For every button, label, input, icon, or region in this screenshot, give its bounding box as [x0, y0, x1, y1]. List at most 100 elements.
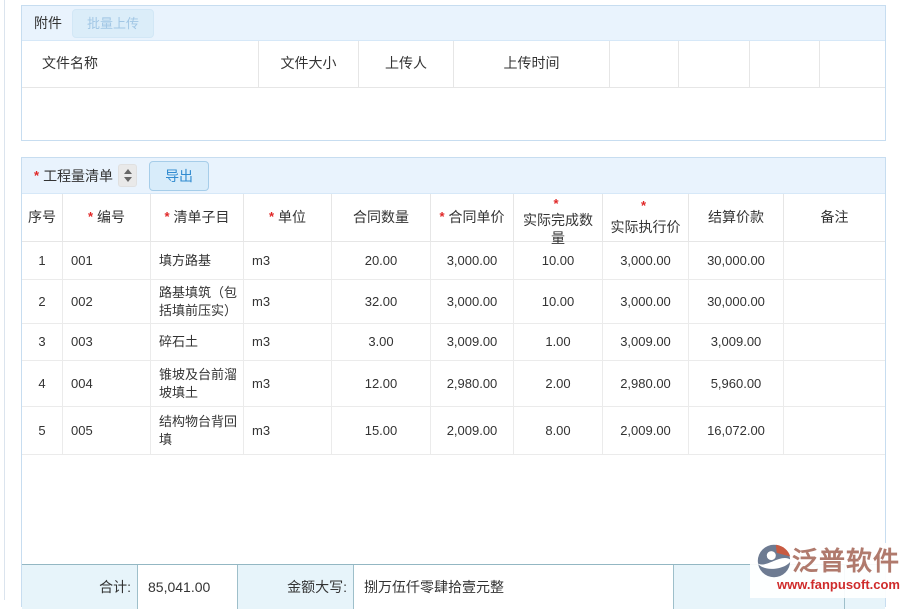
boq-table-cell: 12.00 — [332, 361, 431, 407]
boq-table-cell: m3 — [244, 324, 332, 361]
boq-table-cell: 3,009.00 — [431, 324, 514, 361]
boq-table-cell: 003 — [63, 324, 151, 361]
boq-table-cell — [784, 280, 885, 324]
boq-table-cell: 3 — [22, 324, 63, 361]
boq-panel: * 工程量清单 导出 序号*编号*清单子目*单位合同数量*合同单价*实际完成数量… — [21, 157, 886, 607]
boq-column-label: 序号 — [28, 209, 56, 227]
boq-table-cell: 004 — [63, 361, 151, 407]
boq-table-cell: 2,009.00 — [431, 407, 514, 455]
boq-table-cell: 30,000.00 — [689, 280, 784, 324]
boq-column-header: *编号 — [63, 194, 151, 241]
boq-table-cell — [784, 361, 885, 407]
boq-column-label: 结算价款 — [708, 209, 764, 227]
boq-table-cell: 15.00 — [332, 407, 431, 455]
attachment-column-header — [820, 41, 885, 87]
boq-table-cell: 3,009.00 — [689, 324, 784, 361]
boq-table-row[interactable]: 5005结构物台背回填m315.002,009.008.002,009.0016… — [22, 407, 885, 455]
attachment-column-header — [679, 41, 750, 87]
boq-table-row[interactable]: 1001填方路基m320.003,000.0010.003,000.0030,0… — [22, 242, 885, 280]
boq-table-cell: 5,960.00 — [689, 361, 784, 407]
boq-panel-title: 工程量清单 — [43, 166, 113, 186]
boq-column-header: *单位 — [244, 194, 332, 241]
attachment-panel-title: 附件 — [34, 13, 62, 33]
boq-table-cell: 32.00 — [332, 280, 431, 324]
amount-in-words-field[interactable]: 捌万伍仟零肆拾壹元整 — [354, 565, 674, 609]
required-asterisk: * — [88, 209, 93, 225]
boq-column-label: 实际执行价 — [611, 219, 681, 237]
boq-column-label: 备注 — [821, 209, 849, 227]
boq-column-header: * 实际执行价 — [603, 194, 689, 241]
boq-table-cell: 16,072.00 — [689, 407, 784, 455]
attachment-column-header: 上传人 — [359, 41, 454, 87]
boq-table-cell: 2 — [22, 280, 63, 324]
attachment-column-header: 上传时间 — [454, 41, 610, 87]
attachment-column-header — [610, 41, 679, 87]
boq-column-label: 单位 — [278, 209, 306, 227]
sort-spinner-control[interactable] — [118, 164, 137, 187]
attachment-panel: 附件 批量上传 文件名称文件大小上传人上传时间 — [21, 5, 886, 141]
boq-table-cell: 2,980.00 — [431, 361, 514, 407]
boq-table-cell — [784, 407, 885, 455]
boq-table-cell: m3 — [244, 280, 332, 324]
boq-table-cell: m3 — [244, 361, 332, 407]
sort-down-icon[interactable] — [124, 177, 132, 182]
boq-table-cell: 10.00 — [514, 280, 603, 324]
boq-table-cell: 3,000.00 — [603, 242, 689, 280]
boq-table-cell: 3,009.00 — [603, 324, 689, 361]
boq-table-body: 1001填方路基m320.003,000.0010.003,000.0030,0… — [22, 242, 885, 455]
boq-table-cell: 005 — [63, 407, 151, 455]
boq-table-cell: 5 — [22, 407, 63, 455]
boq-table-cell: 3.00 — [332, 324, 431, 361]
boq-column-header: 结算价款 — [689, 194, 784, 241]
boq-table-cell: 2,009.00 — [603, 407, 689, 455]
vendor-watermark: 泛普软件 www.fanpusoft.com — [750, 543, 900, 598]
boq-table-cell: 3,000.00 — [431, 242, 514, 280]
total-value-field[interactable]: 85,041.00 — [138, 565, 238, 609]
boq-table-cell: 碎石土 — [151, 324, 244, 361]
batch-upload-button[interactable]: 批量上传 — [72, 9, 154, 38]
attachment-column-header: 文件大小 — [259, 41, 359, 87]
boq-table-cell — [784, 324, 885, 361]
boq-table-row[interactable]: 3003碎石土m33.003,009.001.003,009.003,009.0… — [22, 324, 885, 361]
boq-table-row[interactable]: 2002路基填筑（包括填前压实）m332.003,000.0010.003,00… — [22, 280, 885, 324]
required-asterisk: * — [553, 196, 558, 212]
page-left-edge — [4, 0, 5, 600]
boq-panel-header: * 工程量清单 导出 — [22, 158, 885, 194]
vendor-brand-text: 泛普软件 — [792, 547, 900, 576]
boq-table-cell: 路基填筑（包括填前压实） — [151, 280, 244, 324]
boq-table-row[interactable]: 4004锥坡及台前溜坡填土m312.002,980.002.002,980.00… — [22, 361, 885, 407]
boq-column-header: *合同单价 — [431, 194, 514, 241]
boq-table-cell: 2.00 — [514, 361, 603, 407]
boq-table-header: 序号*编号*清单子目*单位合同数量*合同单价*实际完成数量*实际执行价结算价款备… — [22, 194, 885, 242]
export-button[interactable]: 导出 — [149, 161, 209, 191]
boq-table-cell: m3 — [244, 407, 332, 455]
required-asterisk: * — [164, 209, 169, 225]
vendor-url-text: www.fanpusoft.com — [777, 577, 900, 593]
boq-column-label: 编号 — [97, 209, 125, 227]
boq-table-cell: 3,000.00 — [431, 280, 514, 324]
boq-table-cell: 10.00 — [514, 242, 603, 280]
boq-column-header: *实际完成数量 — [514, 194, 603, 241]
boq-column-header: 合同数量 — [332, 194, 431, 241]
fanpu-logo-icon — [756, 543, 792, 579]
boq-table-cell: 8.00 — [514, 407, 603, 455]
boq-column-header: 序号 — [22, 194, 63, 241]
boq-table-cell — [784, 242, 885, 280]
required-asterisk: * — [439, 209, 444, 225]
boq-column-label: 合同数量 — [353, 209, 409, 227]
attachment-table-header: 文件名称文件大小上传人上传时间 — [22, 41, 885, 88]
total-label: 合计: — [22, 565, 138, 609]
boq-table-cell: 3,000.00 — [603, 280, 689, 324]
required-asterisk: * — [269, 209, 274, 225]
boq-table-cell: 20.00 — [332, 242, 431, 280]
boq-table-cell: 001 — [63, 242, 151, 280]
required-asterisk: * — [641, 198, 646, 214]
boq-table-cell: m3 — [244, 242, 332, 280]
boq-column-header: 备注 — [784, 194, 885, 241]
attachment-column-header — [750, 41, 820, 87]
amount-in-words-label: 金额大写: — [238, 565, 354, 609]
boq-table-cell: 1 — [22, 242, 63, 280]
sort-up-icon[interactable] — [124, 169, 132, 174]
attachment-panel-header: 附件 批量上传 — [22, 6, 885, 41]
attachment-column-header: 文件名称 — [22, 41, 259, 87]
